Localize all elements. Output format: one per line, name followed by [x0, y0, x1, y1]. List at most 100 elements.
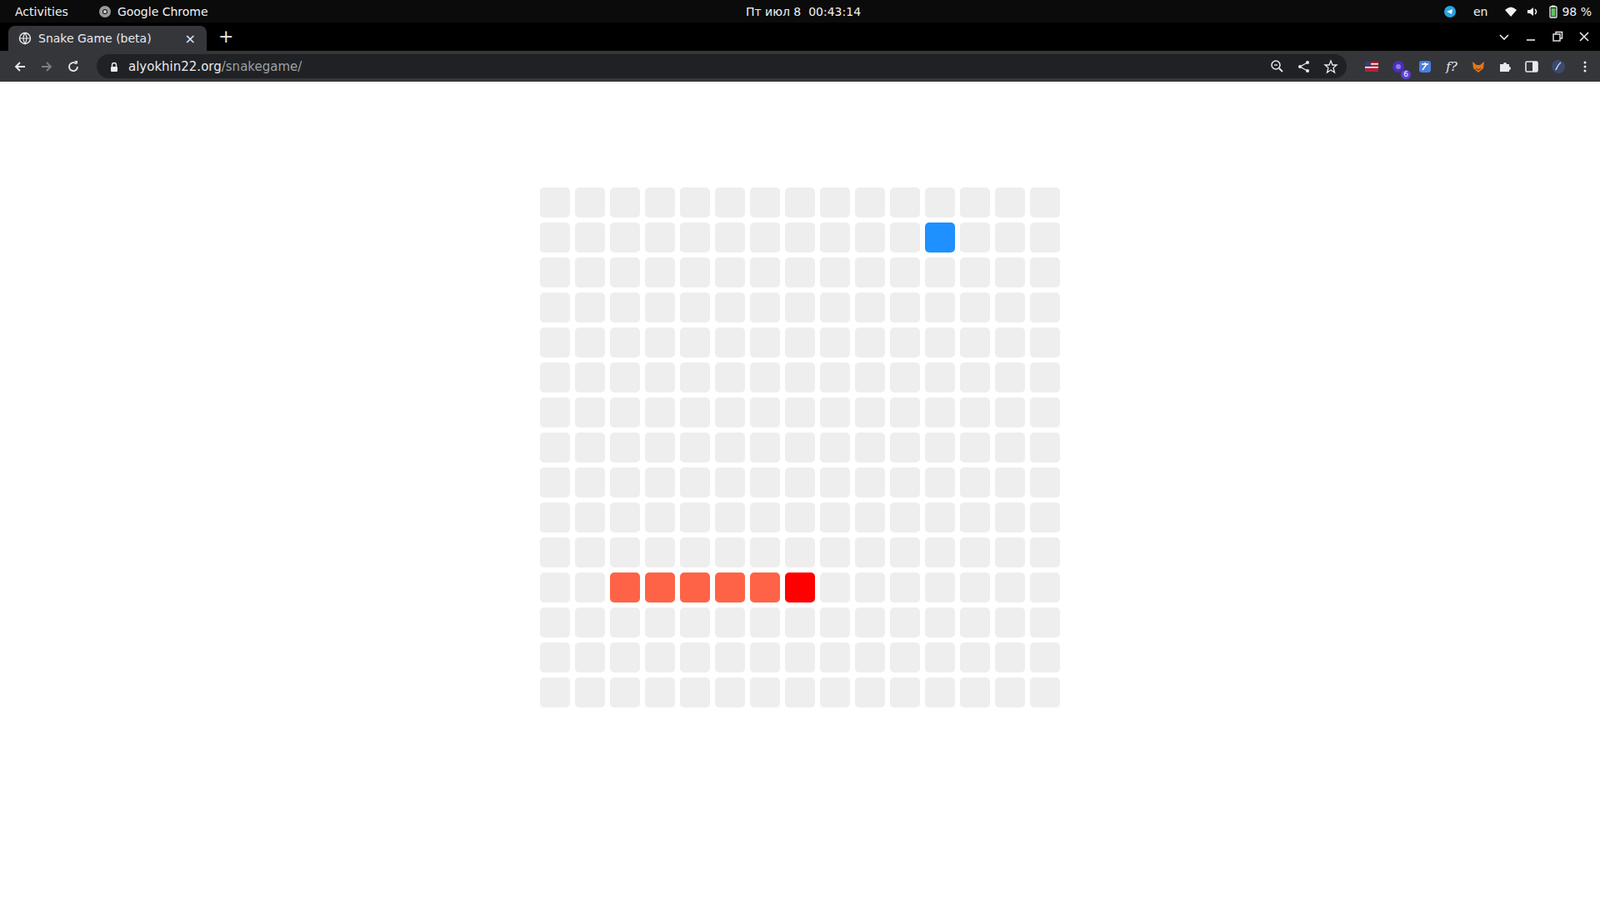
board-cell: [750, 432, 780, 463]
extension-button[interactable]: [1470, 58, 1487, 75]
board-cell: [610, 257, 640, 288]
telegram-icon[interactable]: [1443, 5, 1457, 19]
board-cell: [680, 257, 710, 288]
board-cell: [575, 292, 605, 323]
board-cell: [785, 467, 815, 498]
board-cell: [540, 222, 570, 253]
close-icon[interactable]: [1576, 29, 1592, 45]
share-icon[interactable]: [1296, 59, 1312, 75]
board-cell: [680, 677, 710, 708]
board-cell: [715, 397, 745, 428]
snake-body: [645, 572, 675, 603]
board-cell: [680, 537, 710, 568]
forward-button[interactable]: [36, 56, 57, 77]
board-cell: [785, 292, 815, 323]
address-bar-actions: [1270, 59, 1339, 75]
board-cell: [995, 677, 1025, 708]
board-cell: [855, 327, 885, 358]
activities-button[interactable]: Activities: [15, 5, 69, 19]
window-controls: [1496, 29, 1600, 45]
url-path: /snakegame/: [221, 59, 303, 75]
board-cell: [1030, 677, 1060, 708]
lock-icon: [108, 60, 120, 73]
board-cell: [890, 327, 920, 358]
board-cell: [890, 502, 920, 533]
zoom-icon[interactable]: [1270, 59, 1285, 75]
board-cell: [925, 397, 955, 428]
board-cell: [715, 537, 745, 568]
address-bar[interactable]: alyokhin22.org/snakegame/: [96, 54, 1347, 79]
board-cell: [995, 467, 1025, 498]
url-text[interactable]: alyokhin22.org/snakegame/: [128, 59, 1262, 75]
extension-button[interactable]: [1363, 58, 1380, 75]
board-cell: [680, 502, 710, 533]
app-name: Google Chrome: [117, 5, 209, 19]
system-tray: en 98 %: [860, 5, 1592, 19]
board-cell: [855, 537, 885, 568]
board-cell: [750, 257, 780, 288]
minimize-icon[interactable]: [1523, 29, 1539, 45]
board-cell: [540, 327, 570, 358]
board-cell: [540, 362, 570, 393]
snake-body: [680, 572, 710, 603]
new-tab-button[interactable]: +: [218, 27, 234, 46]
board-cell: [680, 222, 710, 253]
app-menu[interactable]: Google Chrome: [98, 5, 209, 19]
extension-button[interactable]: 6: [1390, 58, 1407, 75]
board-cell: [855, 642, 885, 673]
tab-search-icon[interactable]: [1496, 29, 1512, 45]
keyboard-layout[interactable]: en: [1473, 5, 1489, 19]
board-cell: [715, 187, 745, 218]
board-cell: [820, 222, 850, 253]
game-board[interactable]: [540, 187, 1060, 900]
board-cell: [1030, 607, 1060, 638]
board-cell: [960, 397, 990, 428]
tab-title: Snake Game (beta): [38, 31, 176, 45]
board-cell: [645, 607, 675, 638]
back-button[interactable]: [10, 56, 30, 77]
board-cell: [820, 397, 850, 428]
board-cell: [995, 222, 1025, 253]
board-cell: [785, 607, 815, 638]
board-cell: [750, 187, 780, 218]
side-panel-button[interactable]: [1523, 58, 1540, 75]
profile-button[interactable]: [1550, 58, 1567, 75]
restore-icon[interactable]: [1550, 29, 1565, 45]
system-menu[interactable]: 98 %: [1504, 5, 1592, 19]
extension-button[interactable]: [1416, 58, 1434, 75]
board-cell: [540, 677, 570, 708]
board-cell: [645, 362, 675, 393]
board-cell: [645, 502, 675, 533]
battery-icon: [1547, 5, 1560, 19]
browser-tab[interactable]: Snake Game (beta) ×: [8, 25, 207, 51]
battery-indicator: 98 %: [1547, 5, 1592, 19]
clock[interactable]: Пт июл 8 00:43:14: [745, 5, 861, 19]
board-cell: [820, 572, 850, 603]
star-icon[interactable]: [1323, 59, 1339, 75]
board-cell: [820, 327, 850, 358]
board-cell: [715, 502, 745, 533]
tab-close-button[interactable]: ×: [182, 30, 199, 47]
snake-body: [715, 572, 745, 603]
board-cell: [575, 222, 605, 253]
board-cell: [925, 467, 955, 498]
board-cell: [645, 642, 675, 673]
board-cell: [855, 397, 885, 428]
extension-button[interactable]: f?: [1443, 58, 1460, 75]
board-cell: [960, 222, 990, 253]
board-cell: [785, 327, 815, 358]
board-cell: [855, 362, 885, 393]
board-cell: [890, 292, 920, 323]
board-cell: [645, 327, 675, 358]
reload-button[interactable]: [63, 56, 84, 77]
translate-extension-icon: [1417, 59, 1433, 75]
board-cell: [925, 572, 955, 603]
board-cell: [820, 292, 850, 323]
extensions-menu-button[interactable]: [1496, 58, 1514, 75]
chrome-menu-button[interactable]: [1576, 58, 1594, 75]
board-cell: [785, 537, 815, 568]
board-cell: [575, 642, 605, 673]
board-cell: [960, 537, 990, 568]
battery-percent: 98 %: [1561, 5, 1592, 19]
board-cell: [1030, 502, 1060, 533]
